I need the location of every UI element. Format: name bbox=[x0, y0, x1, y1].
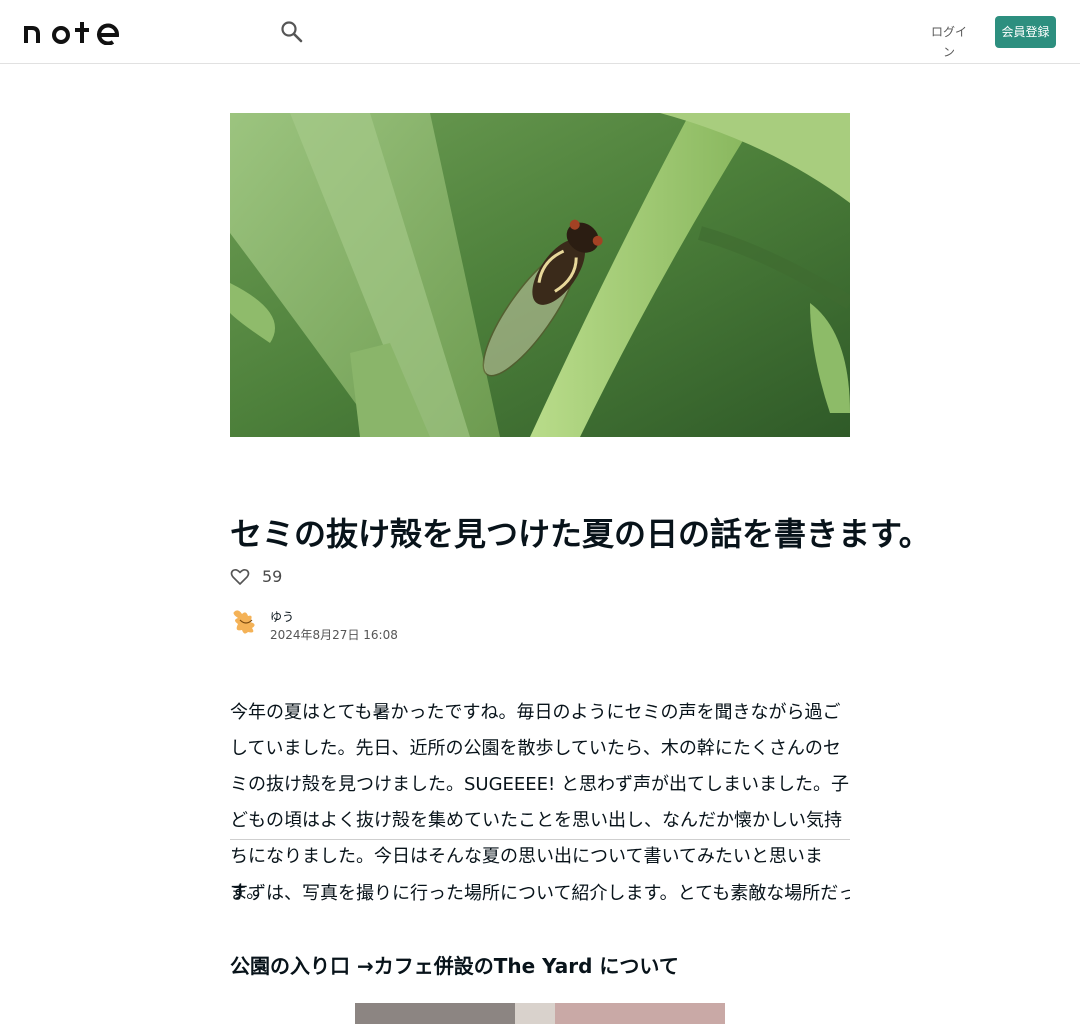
search-icon bbox=[281, 21, 303, 43]
note-logo[interactable]: note bbox=[24, 19, 122, 45]
signup-button[interactable]: 会員登録 bbox=[995, 16, 1056, 48]
article-photo bbox=[355, 1003, 725, 1024]
avatar[interactable] bbox=[230, 606, 262, 638]
divider bbox=[230, 839, 850, 840]
author-info: ゆう 2024年8月27日 16:08 bbox=[230, 606, 530, 642]
like-count: 59 bbox=[262, 567, 283, 586]
search-button[interactable] bbox=[279, 19, 305, 45]
hero-image-cicada bbox=[230, 113, 850, 437]
post-date: 2024年8月27日 16:08 bbox=[270, 628, 398, 642]
author-name[interactable]: ゆう bbox=[270, 608, 294, 625]
article-title: セミの抜け殻を見つけた夏の日の話を書きます。 bbox=[230, 515, 931, 553]
site-header: note ログイン 会員登録 bbox=[0, 0, 1080, 64]
login-link[interactable]: ログイン bbox=[928, 22, 970, 59]
article-paragraph: まずは、写真を撮りに行った場所について紹介します。とても素敵な場所だったので、ぜ… bbox=[230, 883, 850, 904]
heart-icon[interactable] bbox=[230, 567, 250, 587]
section-heading: 公園の入り口 →カフェ併設のThe Yard について bbox=[230, 954, 679, 978]
